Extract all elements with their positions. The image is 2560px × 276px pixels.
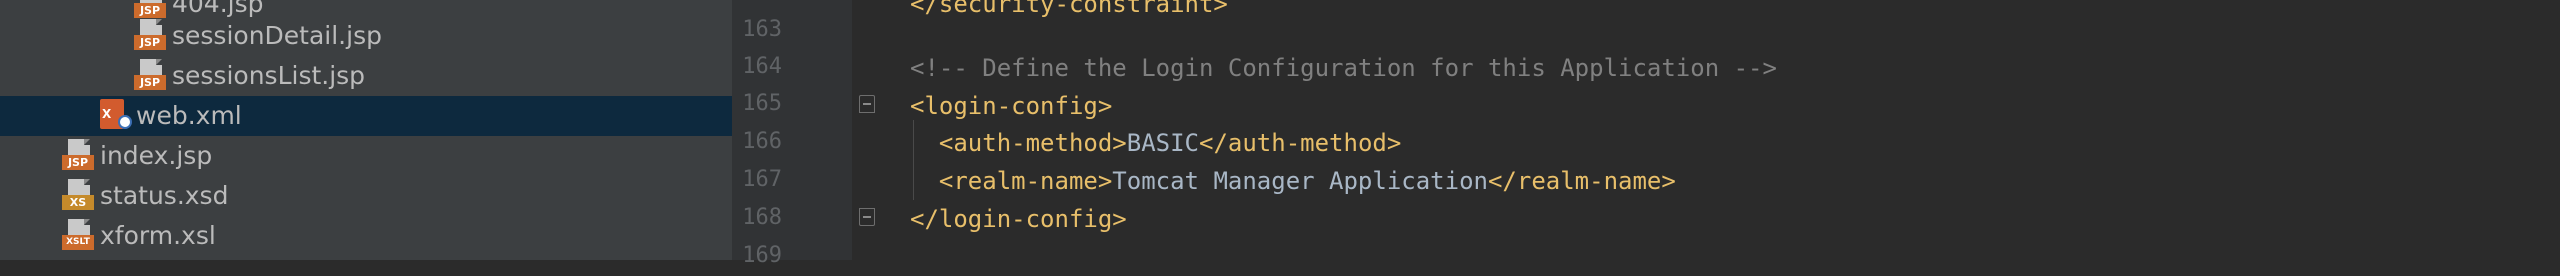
tree-item-label: index.jsp <box>100 141 213 170</box>
line-number: 168 <box>742 205 782 230</box>
line-number: 163 <box>742 17 782 42</box>
fold-close-icon[interactable] <box>859 208 875 226</box>
code-line-168[interactable]: </login-config> <box>910 199 1127 239</box>
xsd-file-icon: XS <box>62 179 96 213</box>
jsp-file-icon: JSP <box>134 19 168 53</box>
tree-item-xform-xsl[interactable]: XSLT xform.xsl <box>0 216 732 256</box>
code-line-162[interactable]: </security-constraint> <box>910 0 1228 24</box>
jsp-file-icon: JSP <box>134 59 168 93</box>
project-tree-panel: JSP 404.jsp JSP sessionDetail.jsp JSP se… <box>0 0 732 260</box>
tree-item-label: status.xsd <box>100 181 229 210</box>
tree-item-sessiondetail-jsp[interactable]: JSP sessionDetail.jsp <box>0 16 732 56</box>
line-number: 169 <box>742 243 782 268</box>
jsp-file-icon: JSP <box>62 139 96 173</box>
code-line-167[interactable]: <realm-name>Tomcat Manager Application</… <box>910 161 1676 201</box>
tree-item-label: sessionsList.jsp <box>172 61 366 90</box>
tree-item-label: web.xml <box>136 101 242 130</box>
tree-item-label: sessionDetail.jsp <box>172 21 382 50</box>
code-line-164[interactable]: <!-- Define the Login Configuration for … <box>910 48 1777 88</box>
tree-item-label: xform.xsl <box>100 221 216 250</box>
xslt-file-icon: XSLT <box>62 219 96 253</box>
fold-open-icon[interactable] <box>859 95 875 113</box>
tree-item-sessionslist-jsp[interactable]: JSP sessionsList.jsp <box>0 56 732 96</box>
line-number: 165 <box>742 91 782 116</box>
line-number: 167 <box>742 167 782 192</box>
code-line-166[interactable]: <auth-method>BASIC</auth-method> <box>910 123 1401 163</box>
code-line-165[interactable]: <login-config> <box>910 86 1112 126</box>
tree-item-web-xml[interactable]: X web.xml <box>0 96 732 136</box>
line-number: 166 <box>742 129 782 154</box>
tree-item-status-xsd[interactable]: XS status.xsd <box>0 176 732 216</box>
tree-item-index-jsp[interactable]: JSP index.jsp <box>0 136 732 176</box>
line-number: 164 <box>742 54 782 79</box>
xml-config-file-icon: X <box>100 99 134 133</box>
editor-gutter: 163 164 165 166 167 168 169 <box>732 0 852 268</box>
